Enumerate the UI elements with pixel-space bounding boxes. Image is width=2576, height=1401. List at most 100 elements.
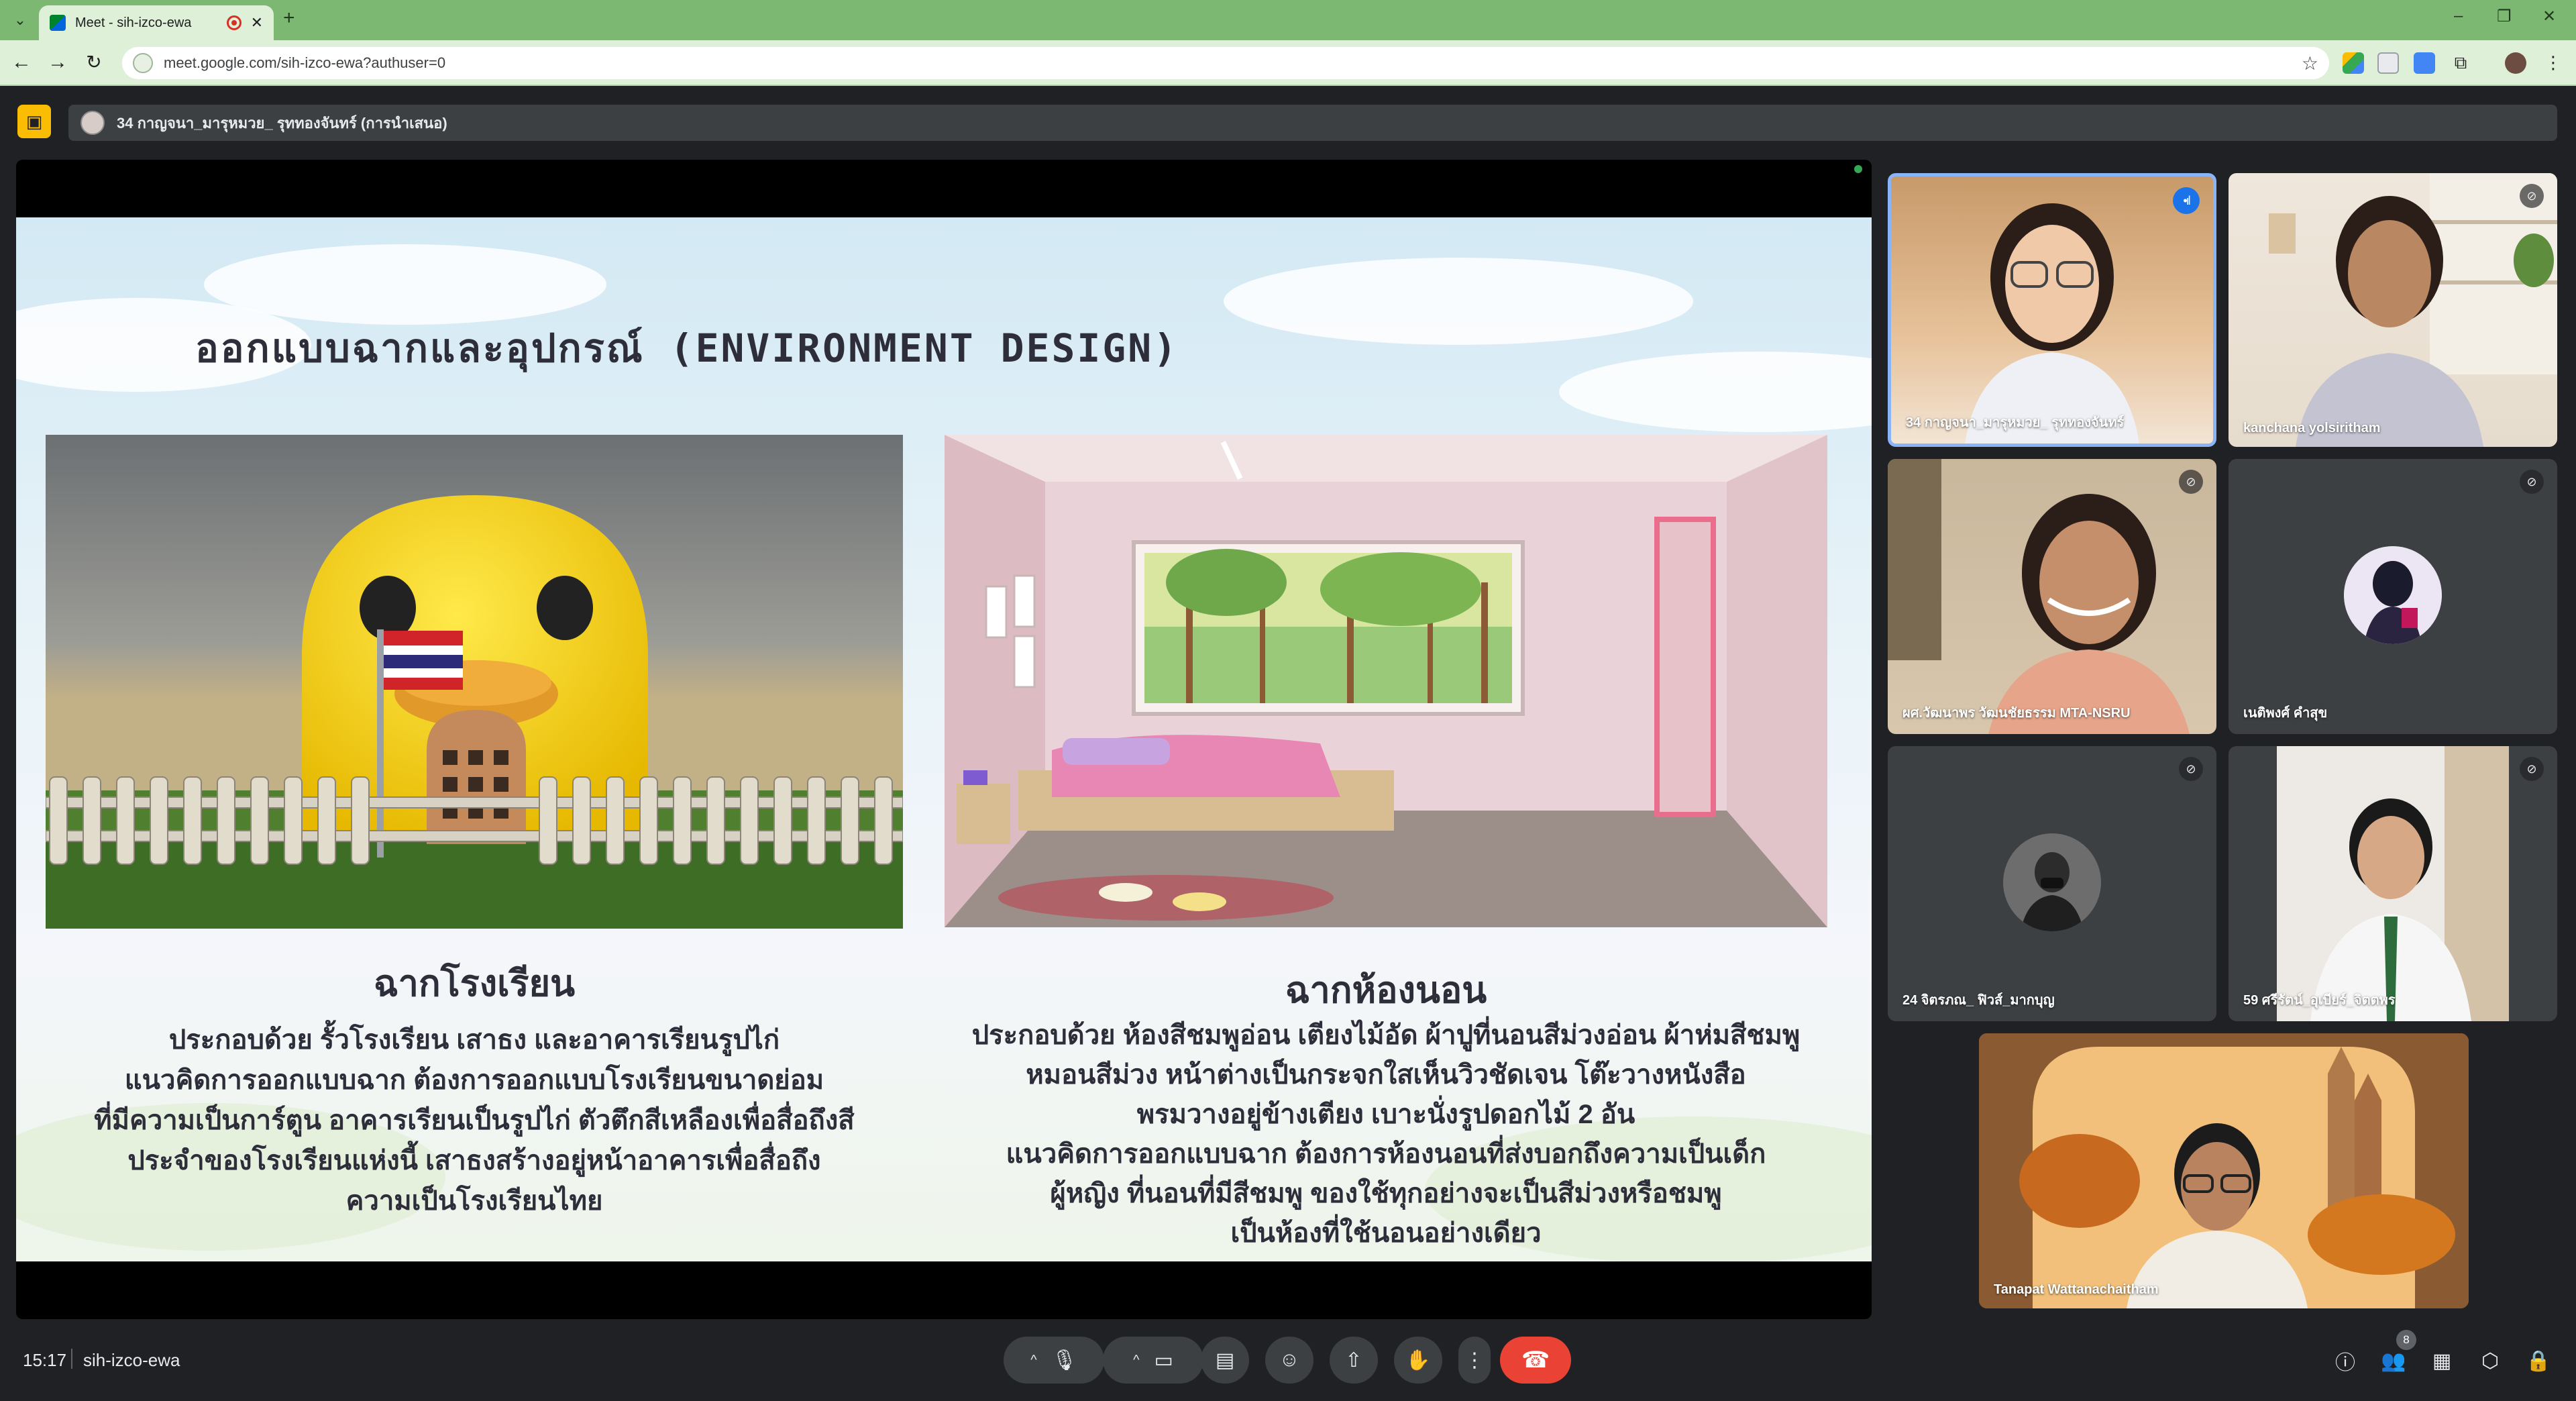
divider: [71, 1349, 72, 1369]
presenter-chip[interactable]: 34 กาญจนา_มารุหมวย_ รุททองจันทร์ (การนำเ…: [68, 105, 2557, 141]
more-options-button[interactable]: ⋮: [1458, 1337, 1491, 1384]
school-scene-image: [46, 435, 903, 929]
participant-name: Tanapat Wattanachaitham: [1994, 1282, 2159, 1297]
bedroom-scene-illustration: [945, 435, 1827, 927]
participant-name: ผศ.วัฒนาพร วัฒนชัยธรรม MTA-NSRU: [1902, 706, 2131, 721]
participant-tile[interactable]: ⊘ เนติพงศ์ คำสุข: [2229, 459, 2557, 734]
description-line: หมอนสีม่วง หน้าต่างเป็นกระจกใสเห็นวิวชัด…: [1026, 1060, 1746, 1090]
host-controls-icon: 🔒: [2526, 1349, 2551, 1372]
people-button[interactable]: 👥: [2379, 1346, 2408, 1376]
address-bar[interactable]: meet.google.com/sih-izco-ewa?authuser=0 …: [122, 47, 2329, 79]
reactions-button[interactable]: ☺: [1265, 1337, 1313, 1384]
more-vert-icon: ⋮: [1464, 1349, 1485, 1371]
new-tab-button[interactable]: +: [283, 7, 295, 30]
participant-tile[interactable]: Tanapat Wattanachaitham: [1979, 1033, 2469, 1308]
restore-button[interactable]: ❐: [2497, 7, 2512, 26]
presentation-stage: ออกแบบฉากและอุปกรณ์ (ENVIRONMENT DESIGN): [16, 160, 1872, 1319]
participant-tile[interactable]: •ıl 34 กาญจนา_มารุหมวย_ รุททองจันทร์: [1888, 173, 2216, 447]
participant-avatar: [2003, 833, 2101, 931]
browser-tab-strip: ⌄ Meet - sih-izco-ewa ✕ + – ❐ ✕: [0, 0, 2576, 40]
meeting-details-button[interactable]: ⓘ: [2330, 1346, 2360, 1376]
tab-title: Meet - sih-izco-ewa: [75, 15, 192, 30]
participant-tile[interactable]: ⊘ ผศ.วัฒนาพร วัฒนชัยธรรม MTA-NSRU: [1888, 459, 2216, 734]
browser-tab-meet[interactable]: Meet - sih-izco-ewa ✕: [39, 5, 274, 40]
meet-favicon-icon: [50, 15, 66, 31]
cloud-decoration: [1559, 352, 1872, 432]
participant-tile[interactable]: ⊘ kanchana yolsiritham: [2229, 173, 2557, 447]
camera-button[interactable]: ^ ▭: [1103, 1337, 1203, 1384]
participant-name: kanchana yolsiritham: [2243, 421, 2381, 435]
description-line: ประกอบด้วย ห้องสีชมพูอ่อน เตียงไม้อัด ผ้…: [971, 1021, 1801, 1050]
raise-hand-button[interactable]: ✋: [1394, 1337, 1442, 1384]
presentation-icon[interactable]: ▣: [17, 105, 51, 138]
meet-control-bar: 15:17 sih-izco-ewa ^ 🎙 ^ ▭ ▤ ☺ ⇧ ✋ ⋮ ☎ ⓘ…: [0, 1319, 2576, 1401]
description-line: แนวคิดการออกแบบฉาก ต้องการห้องนอนที่ส่งบ…: [1006, 1139, 1766, 1169]
drive-extension-icon[interactable]: [2343, 52, 2364, 74]
leave-call-button[interactable]: ☎: [1500, 1337, 1571, 1384]
slide-title: ออกแบบฉากและอุปกรณ์ (ENVIRONMENT DESIGN): [195, 325, 1179, 371]
participant-name: 34 กาญจนา_มารุหมวย_ รุททองจันทร์: [1906, 415, 2125, 430]
description-line: ที่มีความเป็นการ์ตูน อาคารเรียนเป็นรูปไก…: [94, 1106, 855, 1135]
bedroom-scene-heading: ฉากห้องนอน: [1285, 970, 1487, 1010]
camera-options-chevron-icon[interactable]: ^: [1133, 1353, 1139, 1368]
extensions-puzzle-icon[interactable]: ⧉: [2450, 52, 2471, 74]
activities-button[interactable]: ⬡: [2475, 1346, 2505, 1376]
speaking-indicator-icon: •ıl: [2173, 187, 2200, 214]
presenter-name: 34 กาญจนา_มารุหมวย_ รุททองจันทร์ (การนำเ…: [117, 114, 447, 132]
info-icon: ⓘ: [2335, 1352, 2355, 1374]
camera-icon: ▭: [1154, 1349, 1173, 1371]
slide: ออกแบบฉากและอุปกรณ์ (ENVIRONMENT DESIGN): [16, 217, 1872, 1261]
cloud-decoration: [204, 244, 606, 325]
site-info-icon[interactable]: [133, 53, 153, 73]
reload-button[interactable]: ↻: [82, 51, 106, 73]
mic-off-icon: ⊘: [2520, 757, 2544, 781]
people-icon: 👥: [2381, 1349, 2406, 1372]
description-line: เป็นห้องที่ใช้นอนอย่างเดียว: [1230, 1218, 1542, 1248]
recording-indicator-icon: [226, 15, 241, 30]
extension-icon[interactable]: [2377, 52, 2399, 74]
bookmark-star-icon[interactable]: ☆: [2302, 52, 2318, 74]
browser-toolbar: ← → ↻ meet.google.com/sih-izco-ewa?authu…: [0, 40, 2576, 86]
bedroom-scene-description: ประกอบด้วย ห้องสีชมพูอ่อน เตียงไม้อัด ผ้…: [931, 1016, 1841, 1253]
participant-count-badge: 8: [2396, 1330, 2416, 1350]
browser-menu-icon[interactable]: ⋮: [2542, 52, 2564, 74]
captions-button[interactable]: ▤: [1201, 1337, 1249, 1384]
tab-close-icon[interactable]: ✕: [251, 14, 263, 32]
bedroom-scene-image: [945, 435, 1827, 927]
school-scene-description: ประกอบด้วย รั้วโรงเรียน เสาธง และอาคารเร…: [46, 1020, 903, 1221]
participant-avatar: [2344, 546, 2442, 644]
school-scene-illustration: [46, 435, 903, 929]
present-icon: ⇧: [1345, 1349, 1362, 1371]
description-line: พรมวางอยู่ข้างเตียง เบาะนั่งรูปดอกไม้ 2 …: [1136, 1100, 1635, 1129]
mic-options-chevron-icon[interactable]: ^: [1030, 1353, 1036, 1368]
tab-search-button[interactable]: ⌄: [8, 8, 32, 32]
meeting-code: sih-izco-ewa: [83, 1350, 180, 1370]
profile-avatar[interactable]: [2505, 52, 2526, 74]
participant-video: [1979, 1033, 2469, 1308]
participant-tile[interactable]: ⊘ 24 จิตรภณ_ ฟิวส์_มากบุญ: [1888, 746, 2216, 1021]
mic-off-icon: ⊘: [2179, 470, 2203, 494]
back-button[interactable]: ←: [9, 51, 34, 74]
participant-video: [2269, 173, 2557, 447]
participant-video: [1888, 459, 2190, 734]
mic-button[interactable]: ^ 🎙: [1004, 1337, 1104, 1384]
minimize-button[interactable]: –: [2454, 7, 2463, 25]
chat-button[interactable]: ▦: [2427, 1346, 2457, 1376]
avatar-illustration: [2003, 833, 2101, 931]
captions-icon: ▤: [1215, 1349, 1235, 1371]
avatar-illustration: [2344, 546, 2442, 644]
description-line: แนวคิดการออกแบบฉาก ต้องการออกแบบโรงเรียน…: [124, 1066, 824, 1095]
activities-icon: ⬡: [2481, 1349, 2500, 1372]
forward-button[interactable]: →: [46, 51, 70, 74]
present-now-button[interactable]: ⇧: [1330, 1337, 1378, 1384]
mic-off-icon: ⊘: [2520, 470, 2544, 494]
description-line: ประกอบด้วย รั้วโรงเรียน เสาธง และอาคารเร…: [168, 1025, 780, 1055]
meeting-clock: 15:17: [23, 1350, 67, 1370]
chat-icon: ▦: [2432, 1349, 2452, 1372]
participant-tile[interactable]: ⊘ 59 ศรีรัตน์_อุเบียร์_จิตตพร: [2229, 746, 2557, 1021]
participant-name: 24 จิตรภณ_ ฟิวส์_มากบุญ: [1902, 993, 2055, 1008]
translate-extension-icon[interactable]: [2414, 52, 2435, 74]
close-window-button[interactable]: ✕: [2542, 7, 2556, 26]
end-call-icon: ☎: [1521, 1347, 1550, 1373]
host-controls-button[interactable]: 🔒: [2524, 1346, 2553, 1376]
